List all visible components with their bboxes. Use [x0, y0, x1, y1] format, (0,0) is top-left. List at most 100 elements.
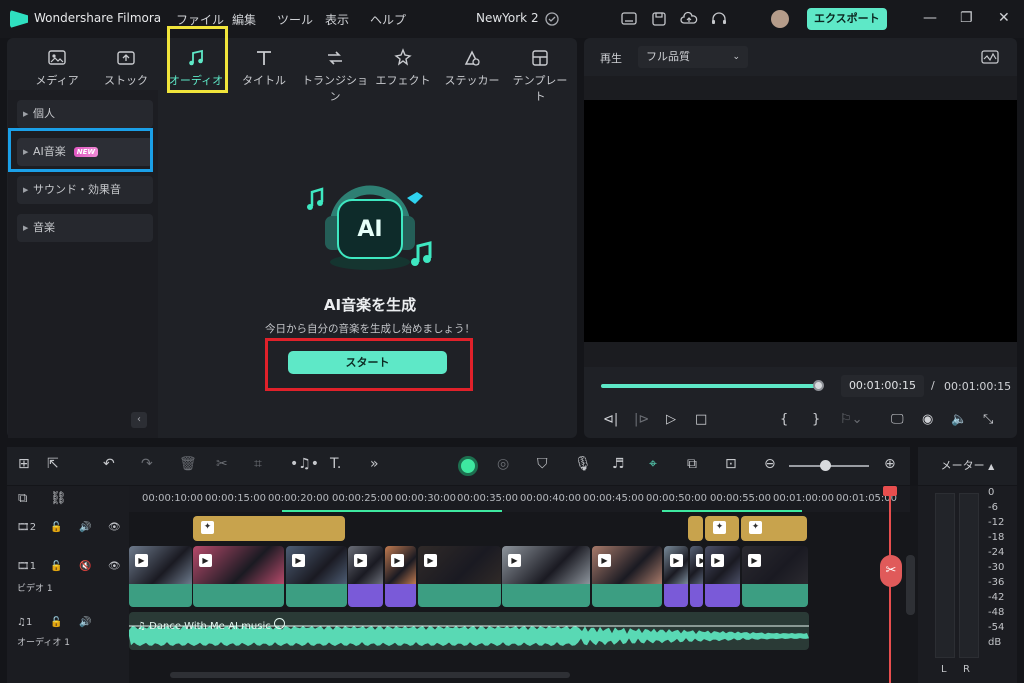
zoom-out-icon[interactable]: ⊖ — [764, 456, 776, 472]
sidebar-item-music[interactable]: ▶ 音楽 — [17, 214, 153, 242]
marker-shield-icon[interactable]: ⛉ — [537, 456, 548, 472]
sticker-clip[interactable]: ✦ — [193, 516, 345, 541]
undo-icon[interactable]: ↶ — [103, 456, 115, 472]
crop-icon[interactable]: ⌗ — [254, 456, 262, 472]
volume-icon[interactable]: 🔈 — [951, 412, 967, 427]
audio-clip[interactable]: ♫ Dance With Me-AI music — [129, 612, 809, 650]
meter-scale-label: -42 — [988, 592, 1005, 603]
tab-media[interactable]: メディア — [27, 48, 87, 88]
timeline-ruler[interactable]: 00:00:10:00 00:00:15:00 00:00:20:00 00:00:2… — [129, 486, 910, 512]
sticker-clip[interactable] — [688, 516, 703, 541]
stop-icon[interactable]: □ — [695, 412, 707, 427]
sidebar-item-sound-effects[interactable]: ▶ サウンド・効果音 — [17, 176, 153, 204]
maximize-icon[interactable]: ❐ — [960, 10, 973, 26]
minimize-icon[interactable]: — — [923, 10, 937, 26]
snap-magnet-icon[interactable]: ⌖ — [649, 456, 657, 472]
playback-handle[interactable] — [813, 380, 824, 391]
fullscreen-icon[interactable]: ⤡ — [983, 412, 993, 427]
pip-icon[interactable]: ⧉ — [687, 456, 697, 472]
split-scissors-icon[interactable]: ✂ — [216, 456, 228, 472]
menu-tools[interactable]: ツール — [277, 11, 313, 28]
start-button-highlight — [265, 338, 473, 391]
tab-template[interactable]: テンプレート — [510, 48, 570, 104]
ai-badge-icon — [273, 618, 285, 629]
layout-icon[interactable] — [620, 10, 638, 28]
close-icon[interactable]: ✕ — [998, 10, 1010, 26]
sticker-clip[interactable]: ✦ — [741, 516, 807, 541]
video-clip[interactable]: ▶ — [193, 546, 284, 607]
preview-top-strip — [584, 76, 1017, 100]
split-at-playhead-icon[interactable]: ✂ — [880, 555, 902, 587]
playback-progress-bar[interactable] — [601, 384, 819, 388]
video-clip[interactable]: ▶ — [705, 546, 740, 607]
zoom-in-icon[interactable]: ⊕ — [884, 456, 896, 472]
ai-robot-icon[interactable] — [458, 456, 478, 476]
video-clip[interactable]: ▶ — [664, 546, 688, 607]
zoom-slider-handle[interactable] — [820, 460, 831, 471]
sidebar-item-personal[interactable]: ▶ 個人 — [17, 100, 153, 128]
avatar[interactable] — [771, 10, 789, 28]
menu-help[interactable]: ヘルプ — [370, 11, 406, 28]
next-frame-icon[interactable]: |⊳ — [634, 412, 649, 427]
microphone-icon[interactable]: 🎙 — [574, 456, 592, 472]
menu-edit[interactable]: 編集 — [232, 11, 256, 28]
mark-in-icon[interactable]: { — [780, 412, 788, 427]
video-clip[interactable]: ▶ — [348, 546, 383, 607]
waveform-scope-icon[interactable] — [981, 48, 999, 66]
eye-icon[interactable]: 👁 — [108, 561, 121, 572]
video-clip[interactable]: ▶ — [742, 546, 808, 607]
headset-support-icon[interactable] — [710, 10, 728, 28]
collapse-sidebar-icon[interactable]: ‹ — [131, 412, 147, 428]
preview-screen[interactable] — [584, 100, 1017, 342]
redo-icon[interactable]: ↷ — [141, 456, 153, 472]
quality-select[interactable]: フル品質 ⌄ — [638, 46, 748, 68]
tab-sticker[interactable]: ステッカー — [442, 48, 502, 88]
timeline-vertical-scrollbar[interactable] — [906, 555, 915, 615]
video-clip[interactable]: ▶ — [385, 546, 416, 607]
video-clip[interactable]: ▶ — [592, 546, 662, 607]
text-tool-icon[interactable]: T. — [330, 456, 341, 472]
tab-title[interactable]: タイトル — [234, 48, 294, 88]
meter-header[interactable]: メーター ▲ — [918, 447, 1017, 485]
fit-timeline-icon[interactable]: ⊡ — [725, 456, 737, 472]
music-list-icon[interactable]: ♬ — [612, 456, 625, 472]
render-preview-icon[interactable]: ◎ — [497, 456, 509, 472]
play-icon[interactable]: ▷ — [666, 412, 676, 427]
speaker-icon[interactable]: 🔊 — [79, 617, 91, 628]
tab-stock[interactable]: ストック — [96, 48, 156, 88]
speaker-muted-icon[interactable]: 🔇 — [79, 561, 91, 572]
audio-settings-icon[interactable]: •♫• — [290, 456, 319, 472]
tab-transition[interactable]: トランジション — [300, 48, 370, 104]
video-clip[interactable]: ▶ — [690, 546, 703, 607]
export-button[interactable]: エクスポート⌄ — [807, 8, 887, 46]
video-clip[interactable]: ▶ — [286, 546, 347, 607]
lock-icon[interactable]: 🔓 — [50, 561, 62, 572]
cloud-upload-icon[interactable] — [680, 10, 698, 28]
meter-scale-label: -24 — [988, 547, 1005, 558]
playhead-handle[interactable] — [883, 486, 897, 496]
video-clip[interactable]: ▶ — [418, 546, 501, 607]
select-arrow-icon[interactable]: ⇱ — [47, 456, 59, 472]
menu-view[interactable]: 表示 — [325, 11, 349, 28]
more-tools-icon[interactable]: » — [370, 456, 379, 472]
tab-effect[interactable]: エフェクト — [373, 48, 433, 88]
speaker-icon[interactable]: 🔊 — [79, 522, 91, 533]
marker-icon[interactable]: ⚐⌄ — [840, 412, 863, 427]
save-icon[interactable] — [650, 10, 668, 28]
video-clip[interactable]: ▶ — [502, 546, 590, 607]
video-clip[interactable]: ▶ — [129, 546, 192, 607]
mark-out-icon[interactable]: } — [812, 412, 820, 427]
lock-icon[interactable]: 🔓 — [50, 522, 62, 533]
sticker-clip[interactable]: ✦ — [705, 516, 739, 541]
layout-grid-icon[interactable]: ⊞ — [18, 456, 30, 472]
link-icon[interactable]: ⛓ — [50, 491, 67, 506]
eye-icon[interactable]: 👁 — [108, 522, 121, 533]
timeline-horizontal-scrollbar[interactable] — [170, 672, 570, 678]
snapshot-icon[interactable]: ◉ — [922, 412, 933, 427]
meter-scale-label: -54 — [988, 622, 1005, 633]
lock-icon[interactable]: 🔓 — [50, 617, 62, 628]
delete-icon[interactable]: 🗑 — [179, 456, 197, 472]
add-track-icon[interactable]: ⧉ — [18, 491, 27, 506]
display-icon[interactable]: 🖵 — [891, 412, 904, 427]
prev-frame-icon[interactable]: ⊲| — [603, 412, 618, 427]
